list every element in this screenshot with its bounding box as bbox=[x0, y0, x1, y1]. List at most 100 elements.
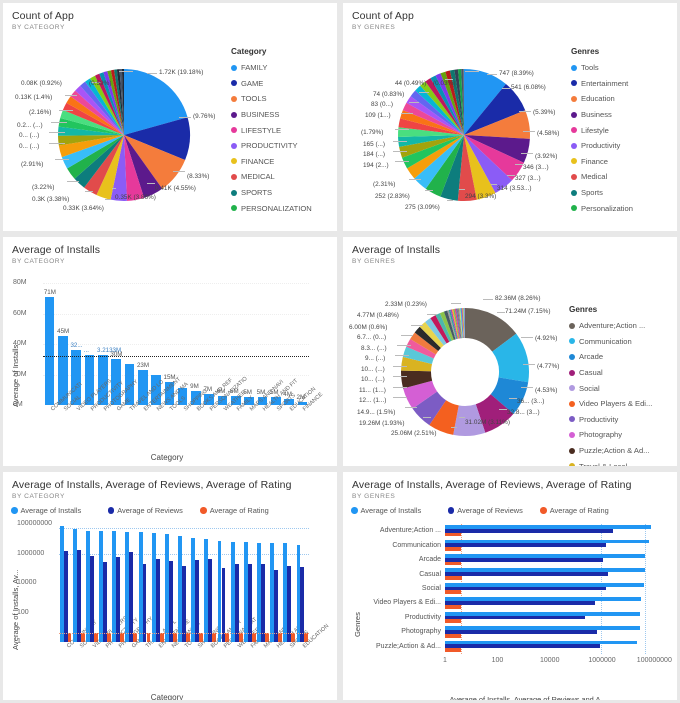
legend-item[interactable]: FINANCE bbox=[231, 154, 312, 170]
grouped-bar-chart-category[interactable]: 1100100001000000100000000COMMUNICATSOCIA… bbox=[7, 502, 333, 698]
leader-line bbox=[119, 71, 133, 72]
legend-item-label: Entertainment bbox=[581, 78, 629, 88]
legend-items[interactable]: Adventure;Action ... Communication Arcade C… bbox=[569, 318, 652, 466]
leader-line bbox=[451, 427, 457, 428]
pie-data-label: 8.3... (...) bbox=[361, 345, 387, 352]
y-axis-category-label: Communication bbox=[392, 541, 441, 549]
legend-item[interactable]: Lifestyle bbox=[571, 122, 633, 138]
bar[interactable] bbox=[221, 568, 226, 642]
legend-item[interactable]: Adventure;Action ... bbox=[569, 318, 652, 334]
bar[interactable] bbox=[445, 528, 614, 533]
bar[interactable] bbox=[445, 572, 608, 576]
pie-data-label: 0.08K (0.92%) bbox=[21, 80, 62, 87]
bar[interactable] bbox=[445, 586, 607, 591]
x-axis-tick: 1000000 bbox=[588, 657, 616, 664]
legend-item[interactable]: Entertainment bbox=[571, 76, 633, 92]
legend-item[interactable]: Tools bbox=[571, 60, 633, 76]
legend-item[interactable]: PERSONALIZATION bbox=[231, 200, 312, 216]
leader-line bbox=[393, 387, 407, 388]
bar[interactable] bbox=[445, 648, 462, 652]
bar[interactable] bbox=[287, 565, 292, 642]
legend-item[interactable]: FAMILY bbox=[231, 60, 312, 76]
bar[interactable] bbox=[445, 590, 462, 595]
legend-item[interactable]: MEDICAL bbox=[231, 169, 312, 185]
pie-data-label: 4.77M (0.48%) bbox=[357, 312, 399, 319]
bar[interactable] bbox=[445, 543, 606, 548]
legend-item[interactable]: BUSINESS bbox=[231, 107, 312, 123]
legend-color-dot bbox=[571, 205, 577, 212]
legend-item[interactable]: Business bbox=[571, 107, 633, 123]
legend-item[interactable]: Productivity bbox=[569, 412, 652, 428]
card-title: Count of App bbox=[352, 10, 414, 22]
legend-item[interactable]: Travel & Local bbox=[569, 458, 652, 466]
legend-item[interactable]: Video Players & Edi... bbox=[569, 396, 652, 412]
legend-item[interactable]: Productivity bbox=[571, 138, 633, 154]
legend-color-dot bbox=[231, 127, 237, 134]
bar[interactable] bbox=[260, 563, 265, 642]
legend-color-dot bbox=[569, 353, 575, 360]
legend-item-label: Photography bbox=[579, 430, 623, 440]
legend-item-label: FAMILY bbox=[241, 63, 268, 73]
bar[interactable] bbox=[247, 564, 252, 642]
bar[interactable] bbox=[129, 552, 134, 642]
legend-item[interactable]: Personalization bbox=[571, 200, 633, 216]
legend-item-label: Casual bbox=[579, 368, 603, 378]
legend-item[interactable]: Communication bbox=[569, 334, 652, 350]
legend-item[interactable]: Puzzle;Action & Ad... bbox=[569, 443, 652, 459]
bar[interactable] bbox=[445, 604, 461, 609]
leader-line bbox=[459, 417, 465, 418]
legend-item[interactable]: Finance bbox=[571, 154, 633, 170]
bar[interactable] bbox=[89, 555, 94, 642]
y-axis-category-label: Photography bbox=[401, 628, 441, 636]
bar[interactable] bbox=[445, 561, 462, 566]
bar[interactable] bbox=[195, 560, 200, 642]
bar[interactable] bbox=[445, 630, 597, 634]
bar[interactable] bbox=[76, 549, 81, 642]
leader-line bbox=[425, 190, 433, 191]
bar-chart-category[interactable]: 0M 20M 40M 60M 80M 71M 45M 32...... 3.2133M 30M 23… bbox=[7, 267, 333, 464]
bar[interactable] bbox=[445, 601, 596, 605]
legend-items[interactable]: Tools Entertainment Education Business Lifes… bbox=[571, 60, 633, 216]
horizontal-bar-chart-genres[interactable]: 1 100 10000 1000000 100000000 Adventure;Actio… bbox=[347, 502, 673, 698]
bar[interactable] bbox=[155, 559, 160, 642]
bar[interactable] bbox=[445, 615, 586, 620]
bar[interactable] bbox=[445, 633, 462, 638]
bar[interactable] bbox=[44, 296, 55, 405]
bar[interactable] bbox=[445, 619, 462, 624]
legend-item[interactable]: Photography bbox=[569, 427, 652, 443]
bar[interactable] bbox=[208, 559, 213, 642]
bar[interactable] bbox=[116, 556, 121, 642]
legend-item[interactable]: Education bbox=[571, 91, 633, 107]
legend-item[interactable]: Medical bbox=[571, 169, 633, 185]
bar[interactable] bbox=[234, 564, 239, 642]
bar[interactable] bbox=[274, 569, 279, 642]
bar[interactable] bbox=[445, 547, 461, 551]
bar[interactable] bbox=[445, 576, 462, 580]
legend-items[interactable]: FAMILY GAME TOOLS BUSINESS LIFESTYLE PRODUCTI… bbox=[231, 60, 312, 216]
bar[interactable] bbox=[445, 644, 600, 649]
bar[interactable] bbox=[445, 532, 462, 537]
leader-line bbox=[147, 73, 157, 74]
bar[interactable] bbox=[103, 562, 108, 642]
bar[interactable] bbox=[300, 566, 305, 642]
legend-item[interactable]: PRODUCTIVITY bbox=[231, 138, 312, 154]
leader-line bbox=[395, 161, 409, 162]
bar[interactable] bbox=[63, 550, 68, 642]
leader-line bbox=[459, 189, 465, 190]
legend-item[interactable]: GAME bbox=[231, 76, 312, 92]
bar[interactable] bbox=[182, 565, 186, 642]
legend-item[interactable]: SPORTS bbox=[231, 185, 312, 201]
bar[interactable] bbox=[445, 557, 604, 562]
bar-value-label: 71M bbox=[43, 288, 56, 296]
legend-item[interactable]: LIFESTYLE bbox=[231, 122, 312, 138]
legend-item[interactable]: Casual bbox=[569, 365, 652, 381]
legend-item[interactable]: Sports bbox=[571, 185, 633, 201]
legend-item[interactable]: Arcade bbox=[569, 349, 652, 365]
legend-item[interactable]: TOOLS bbox=[231, 91, 312, 107]
x-axis-tick: 100 bbox=[491, 657, 504, 664]
bar[interactable] bbox=[142, 563, 147, 642]
bar[interactable] bbox=[168, 561, 173, 642]
legend-item[interactable]: Social bbox=[569, 380, 652, 396]
leader-line bbox=[393, 141, 407, 142]
card-title: Count of App bbox=[12, 10, 74, 22]
